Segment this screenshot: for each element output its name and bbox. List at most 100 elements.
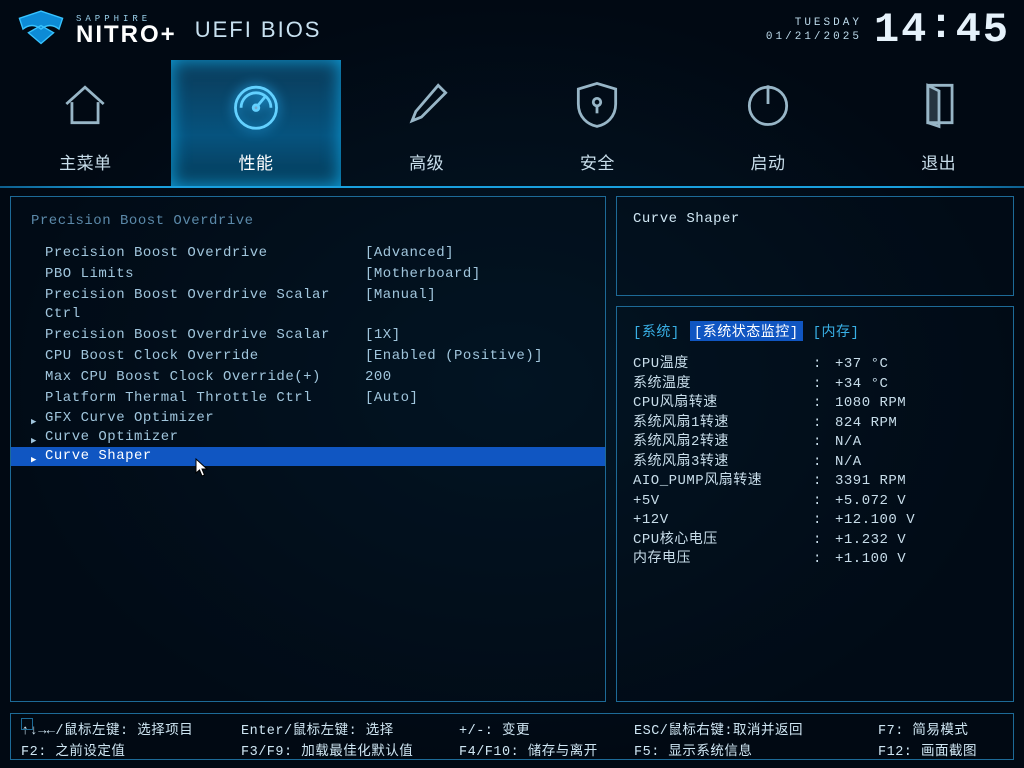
hint: Enter/鼠标左键: 选择 (241, 718, 459, 739)
right-column: Curve Shaper 系统系统状态监控内存 CPU温度:+37 °C系统温度… (616, 196, 1014, 702)
stat-row: 系统风扇3转速:N/A (633, 453, 997, 473)
brand-label: NITRO+ (76, 21, 177, 48)
perf-icon (228, 73, 284, 135)
stat-value: +34 °C (835, 375, 997, 395)
day-date: TUESDAY 01/21/2025 (766, 16, 862, 45)
setting-key: PBO Limits (45, 265, 365, 284)
setting-row[interactable]: CPU Boost Clock Override[Enabled (Positi… (11, 346, 605, 367)
nav-tab-sec[interactable]: 安全 (512, 60, 683, 186)
nav-tab-boot[interactable]: 启动 (683, 60, 854, 186)
footer-col-5: F7: 简易模式 F12: 画面截图 (878, 718, 1003, 755)
clock: 14:45 (874, 6, 1010, 54)
footer-col-4: ESC/鼠标右键:取消并返回 F5: 显示系统信息 (634, 718, 878, 755)
nav-label: 主菜单 (59, 149, 112, 174)
hint: ESC/鼠标右键:取消并返回 (634, 718, 878, 739)
setting-value: [Manual] (365, 286, 585, 324)
main-icon (57, 73, 113, 135)
setting-row[interactable]: Platform Thermal Throttle Ctrl[Auto] (11, 388, 605, 409)
stat-key: +12V (633, 511, 813, 531)
setting-value: [Motherboard] (365, 265, 585, 284)
nav-tab-main[interactable]: 主菜单 (0, 60, 171, 186)
setting-row[interactable]: Max CPU Boost Clock Override(+)200 (11, 367, 605, 388)
setting-value: 200 (365, 368, 585, 387)
stat-key: 内存电压 (633, 550, 813, 570)
clock-mm: 45 (956, 6, 1010, 54)
footer-hints: ↑↓→←/鼠标左键: 选择项目 F2: 之前设定值 Enter/鼠标左键: 选择… (10, 713, 1014, 760)
stats-tab[interactable]: 系统状态监控 (690, 321, 803, 341)
setting-key: Platform Thermal Throttle Ctrl (45, 389, 365, 408)
brand: NITRO+ (76, 24, 177, 46)
bios-screen: SAPPHIRE NITRO+ UEFI BIOS TUESDAY 01/21/… (0, 0, 1024, 768)
hint: F5: 显示系统信息 (634, 739, 878, 760)
stat-value: +37 °C (835, 355, 997, 375)
stats-tab[interactable]: 系统 (633, 321, 680, 341)
nav-label: 启动 (751, 149, 786, 174)
submenu-item[interactable]: Curve Optimizer (11, 428, 605, 447)
exit-icon (911, 73, 967, 135)
stat-row: 系统风扇1转速:824 RPM (633, 414, 997, 434)
settings-panel: Precision Boost Overdrive Precision Boos… (10, 196, 606, 702)
logo-text: SAPPHIRE NITRO+ (76, 14, 177, 46)
header: SAPPHIRE NITRO+ UEFI BIOS TUESDAY 01/21/… (0, 0, 1024, 60)
stat-row: +5V:+5.072 V (633, 492, 997, 512)
sec-icon (569, 73, 625, 135)
submenu-item[interactable]: GFX Curve Optimizer (11, 409, 605, 428)
stat-key: 系统风扇1转速 (633, 414, 813, 434)
stat-value: 1080 RPM (835, 394, 997, 414)
logo-group: SAPPHIRE NITRO+ (14, 9, 177, 51)
nav-label: 安全 (580, 149, 615, 174)
nav-bar: 主菜单 性能 高级 安全 启动 退出 (0, 60, 1024, 186)
setting-row[interactable]: PBO Limits[Motherboard] (11, 264, 605, 285)
stats-panel: 系统系统状态监控内存 CPU温度:+37 °C系统温度:+34 °CCPU风扇转… (616, 306, 1014, 702)
stat-key: AIO_PUMP风扇转速 (633, 472, 813, 492)
stat-row: 系统温度:+34 °C (633, 375, 997, 395)
stat-key: 系统风扇3转速 (633, 453, 813, 473)
stat-value: +1.232 V (835, 531, 997, 551)
submenu-list: GFX Curve OptimizerCurve OptimizerCurve … (11, 409, 605, 466)
section-title: Precision Boost Overdrive (11, 213, 605, 243)
stat-value: N/A (835, 453, 997, 473)
nav-tab-perf[interactable]: 性能 (171, 60, 342, 186)
stat-key: CPU风扇转速 (633, 394, 813, 414)
nav-label: 性能 (239, 149, 274, 174)
nav-label: 退出 (921, 149, 956, 174)
boot-icon (740, 73, 796, 135)
stat-row: 内存电压:+1.100 V (633, 550, 997, 570)
day-label: TUESDAY (766, 16, 862, 30)
stat-row: CPU核心电压:+1.232 V (633, 531, 997, 551)
clock-group: TUESDAY 01/21/2025 14:45 (766, 6, 1010, 54)
setting-key: Max CPU Boost Clock Override(+) (45, 368, 365, 387)
help-panel: Curve Shaper (616, 196, 1014, 296)
clock-hh: 14 (874, 6, 928, 54)
setting-row[interactable]: Precision Boost Overdrive[Advanced] (11, 243, 605, 264)
stat-key: +5V (633, 492, 813, 512)
stat-row: CPU温度:+37 °C (633, 355, 997, 375)
stat-value: +1.100 V (835, 550, 997, 570)
setting-key: Precision Boost Overdrive (45, 244, 365, 263)
stat-row: 系统风扇2转速:N/A (633, 433, 997, 453)
setting-key: Precision Boost Overdrive Scalar Ctrl (45, 286, 365, 324)
footer-col-1: ↑↓→←/鼠标左键: 选择项目 F2: 之前设定值 (21, 718, 241, 755)
nav-tab-adv[interactable]: 高级 (341, 60, 512, 186)
setting-row[interactable]: Precision Boost Overdrive Scalar[1X] (11, 325, 605, 346)
hint: F2: 之前设定值 (21, 739, 241, 760)
hint: F7: 简易模式 (878, 718, 1003, 739)
uefi-title: UEFI BIOS (195, 17, 322, 43)
hint: +/-: 变更 (459, 718, 634, 739)
stats-tabs: 系统系统状态监控内存 (633, 321, 997, 341)
logo-icon (14, 9, 68, 51)
stat-row: CPU风扇转速:1080 RPM (633, 394, 997, 414)
stat-key: CPU核心电压 (633, 531, 813, 551)
stats-tab[interactable]: 内存 (813, 321, 860, 341)
submenu-item[interactable]: Curve Shaper (11, 447, 605, 466)
setting-row[interactable]: Precision Boost Overdrive Scalar Ctrl[Ma… (11, 285, 605, 325)
setting-value: [Advanced] (365, 244, 585, 263)
nav-label: 高级 (409, 149, 444, 174)
hint: F4/F10: 储存与离开 (459, 739, 634, 760)
settings-rows: Precision Boost Overdrive[Advanced]PBO L… (11, 243, 605, 409)
main-area: Precision Boost Overdrive Precision Boos… (0, 188, 1024, 702)
stat-value: 824 RPM (835, 414, 997, 434)
adv-icon (399, 73, 455, 135)
hint: ↑↓→←/鼠标左键: 选择项目 (21, 718, 241, 739)
nav-tab-exit[interactable]: 退出 (853, 60, 1024, 186)
